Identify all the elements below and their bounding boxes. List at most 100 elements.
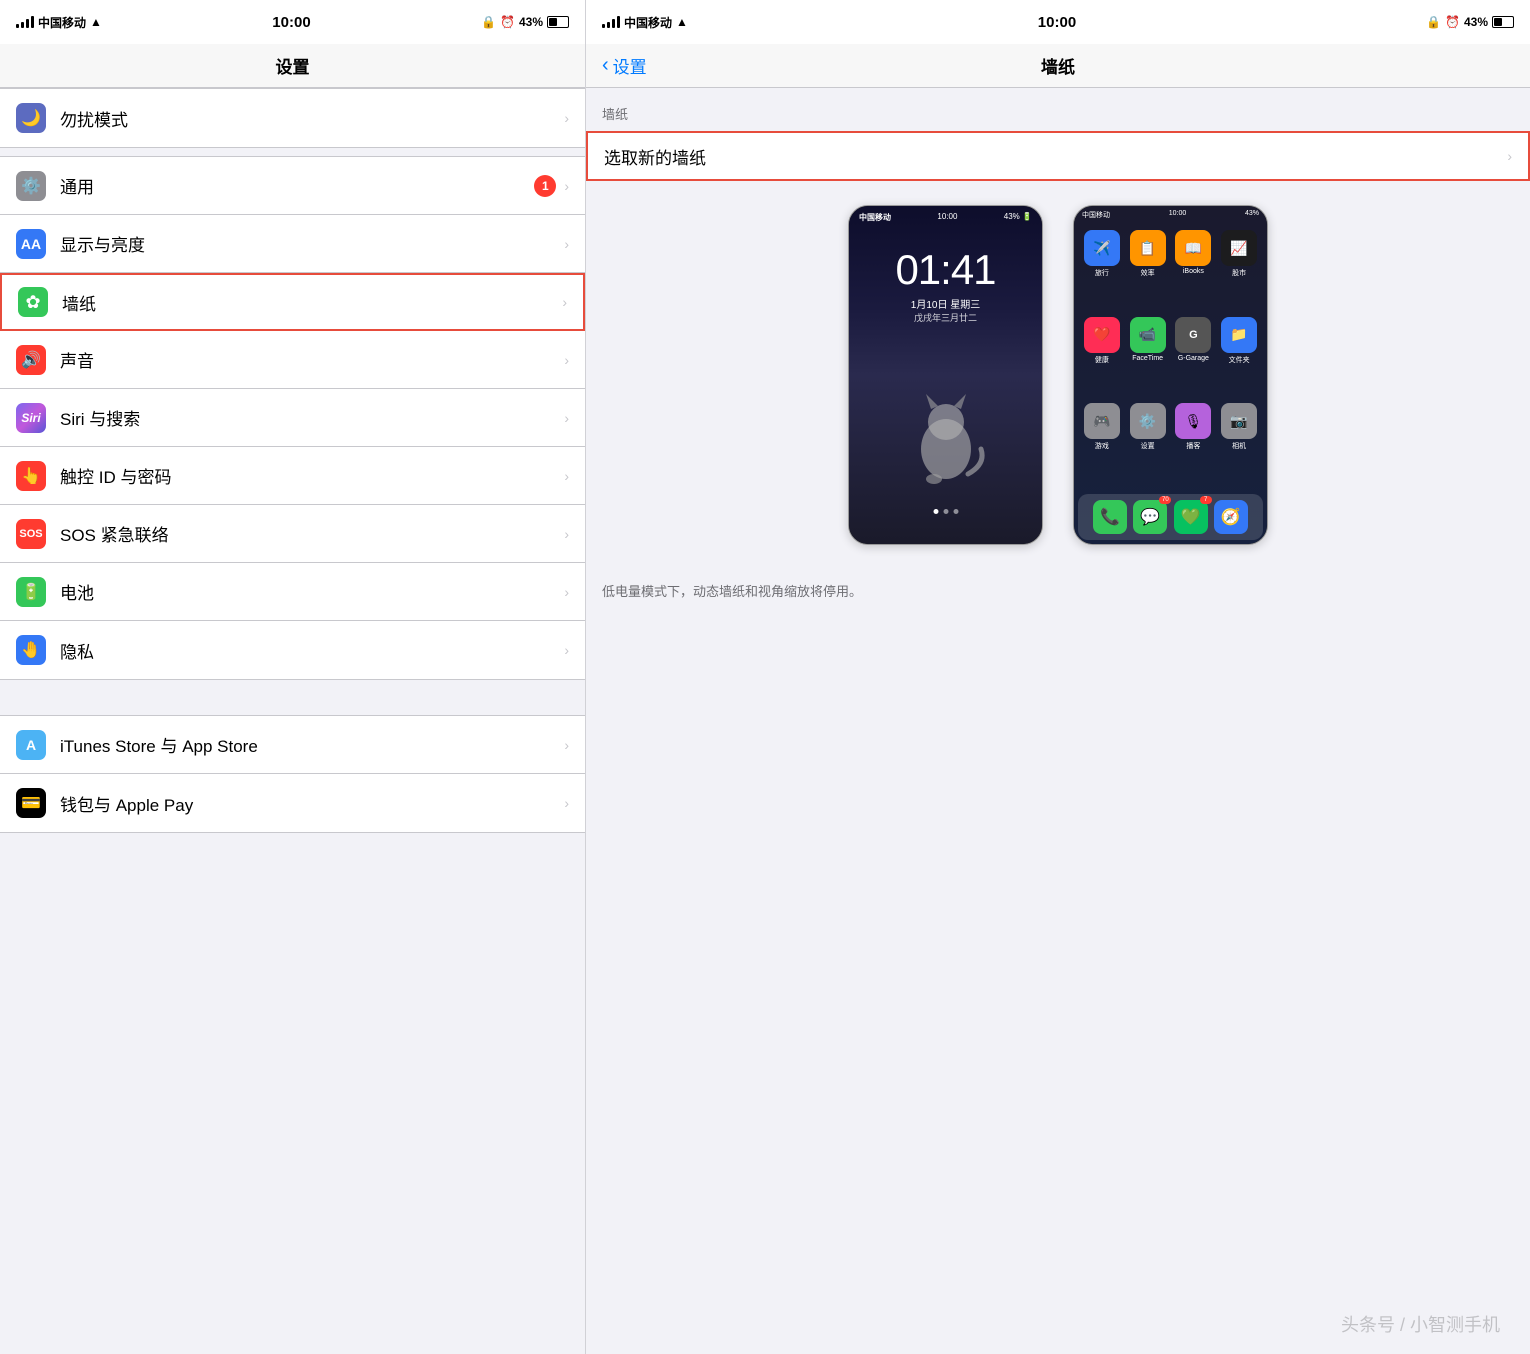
settings-item-sound[interactable]: 🔊 声音 › — [0, 331, 585, 389]
wallpaper-note: 低电量模式下，动态墙纸和视角缩放将停用。 — [586, 569, 1530, 612]
app-item: 📹 FaceTime — [1128, 317, 1168, 398]
cat-silhouette-icon — [906, 394, 986, 494]
app-icon-travel: ✈️ — [1084, 230, 1120, 266]
preview-section: 中国移动 10:00 43% 🔋 01:41 1月10日 星期三 戊戌年三月廿二 — [586, 181, 1530, 569]
chevron-icon: › — [564, 526, 569, 542]
settings-group-dnd: 🌙 勿扰模式 › — [0, 88, 585, 148]
sos-icon-bg: SOS — [16, 519, 46, 549]
chevron-icon: › — [564, 110, 569, 126]
settings-item-sos[interactable]: SOS SOS 紧急联络 › — [0, 505, 585, 563]
app-icon-files: 📁 — [1221, 317, 1257, 353]
left-status-right: 🔒 ⏰ 43% — [481, 15, 569, 29]
chevron-icon: › — [564, 236, 569, 252]
sound-icon-bg: 🔊 — [16, 345, 46, 375]
lock-battery: 43% 🔋 — [1004, 212, 1032, 223]
settings-item-privacy[interactable]: 🤚 隐私 › — [0, 621, 585, 679]
settings-item-itunes[interactable]: A iTunes Store 与 App Store › — [0, 716, 585, 774]
display-icon-bg: AA — [16, 229, 46, 259]
right-panel: 中国移动 ▲ 10:00 🔒 ⏰ 43% ‹ 设置 墙纸 墙纸 选取新的墙纸 › — [586, 0, 1530, 1354]
wallpaper-content: 墙纸 选取新的墙纸 › — [586, 88, 1530, 1294]
home-carrier: 中国移动 — [1082, 210, 1110, 220]
app-icon-efficiency: 📋 — [1130, 230, 1166, 266]
settings-item-touch[interactable]: 👆 触控 ID 与密码 › — [0, 447, 585, 505]
general-badge: 1 — [534, 175, 556, 197]
settings-item-battery[interactable]: 🔋 电池 › — [0, 563, 585, 621]
settings-group-bottom: A iTunes Store 与 App Store › 💳 钱包与 Apple… — [0, 715, 585, 833]
app-item: 📖 iBooks — [1174, 230, 1214, 311]
dock-phone: 📞 — [1093, 500, 1127, 534]
home-battery: 43% — [1245, 210, 1259, 220]
settings-item-wallet[interactable]: 💳 钱包与 Apple Pay › — [0, 774, 585, 832]
app-label-health: 健康 — [1095, 355, 1109, 365]
app-icon-stocks: 📈 — [1221, 230, 1257, 266]
left-status-time: 10:00 — [272, 14, 310, 31]
settings-item-display[interactable]: AA 显示与亮度 › — [0, 215, 585, 273]
touch-icon-bg: 👆 — [16, 461, 46, 491]
lockscreen-status-bar: 中国移动 10:00 43% 🔋 — [849, 206, 1042, 223]
chevron-icon: › — [562, 294, 567, 310]
settings-item-general[interactable]: ⚙️ 通用 1 › — [0, 157, 585, 215]
battery-icon-bg: 🔋 — [16, 577, 46, 607]
app-item: 📷 相机 — [1219, 403, 1259, 484]
right-nav-bar: ‹ 设置 墙纸 — [586, 44, 1530, 88]
settings-item-dnd[interactable]: 🌙 勿扰模式 › — [0, 89, 585, 147]
app-icon-ibooks: 📖 — [1175, 230, 1211, 266]
divider-2 — [0, 680, 585, 715]
right-status-right: 🔒 ⏰ 43% — [1426, 15, 1514, 29]
dock-safari: 🧭 — [1214, 500, 1248, 534]
homescreen-bg: 中国移动 10:00 43% ✈️ 旅行 📋 效率 — [1074, 206, 1267, 544]
dock-phone-icon: 📞 — [1093, 500, 1127, 534]
app-item: G G-Garage — [1174, 317, 1214, 398]
chevron-icon: › — [564, 795, 569, 811]
lockscreen-time: 01:41 — [849, 246, 1042, 294]
app-item: 📁 文件夹 — [1219, 317, 1259, 398]
privacy-icon-bg: 🤚 — [16, 635, 46, 665]
home-time: 10:00 — [1169, 210, 1187, 220]
homescreen-preview[interactable]: 中国移动 10:00 43% ✈️ 旅行 📋 效率 — [1073, 205, 1268, 545]
app-icon-ggarage: G — [1175, 317, 1211, 353]
sound-label: 声音 — [60, 347, 564, 372]
dnd-icon: 🌙 — [16, 103, 46, 133]
app-item: ❤️ 健康 — [1082, 317, 1122, 398]
left-nav-title: 设置 — [276, 53, 310, 78]
chevron-icon: › — [564, 352, 569, 368]
flower-icon: ✿ — [25, 292, 40, 313]
settings-list[interactable]: 🌙 勿扰模式 › ⚙️ 通用 1 › AA — [0, 88, 585, 1354]
lock-carrier: 中国移动 — [859, 212, 891, 223]
aa-icon: AA — [21, 236, 41, 252]
chevron-icon: › — [564, 642, 569, 658]
app-item: 🎙 播客 — [1174, 403, 1214, 484]
dock-messages-icon: 💬 — [1133, 500, 1167, 534]
dock-messages: 💬 70 — [1133, 500, 1167, 534]
app-icon-health: ❤️ — [1084, 317, 1120, 353]
fingerprint-icon: 👆 — [21, 466, 41, 486]
settings-item-wallpaper[interactable]: ✿ 墙纸 › — [0, 273, 585, 331]
lockscreen-preview[interactable]: 中国移动 10:00 43% 🔋 01:41 1月10日 星期三 戊戌年三月廿二 — [848, 205, 1043, 545]
app-label-settings: 设置 — [1141, 441, 1155, 451]
app-label-travel: 旅行 — [1095, 268, 1109, 278]
app-item: ✈️ 旅行 — [1082, 230, 1122, 311]
app-label-podcasts: 播客 — [1186, 441, 1200, 451]
right-status-bar: 中国移动 ▲ 10:00 🔒 ⏰ 43% — [586, 0, 1530, 44]
lock-icon: 🔒 — [481, 15, 496, 29]
right-battery-percent: 43% — [1464, 15, 1488, 29]
right-battery-icon — [1492, 16, 1514, 28]
app-item: ⚙️ 设置 — [1128, 403, 1168, 484]
wallet-icon-bg: 💳 — [16, 788, 46, 818]
settings-group-main: ⚙️ 通用 1 › AA 显示与亮度 › ✿ 墙纸 › — [0, 156, 585, 680]
app-item: 🎮 游戏 — [1082, 403, 1122, 484]
settings-item-siri[interactable]: Siri Siri 与搜索 › — [0, 389, 585, 447]
right-status-left: 中国移动 ▲ — [602, 14, 688, 31]
right-signal-icon — [602, 16, 620, 28]
itunes-icon: A — [26, 737, 36, 753]
app-grid: ✈️ 旅行 📋 效率 📖 iBooks 📈 — [1074, 224, 1267, 490]
left-nav-bar: 设置 — [0, 44, 585, 88]
left-status-bar: 中国移动 ▲ 10:00 🔒 ⏰ 43% — [0, 0, 585, 44]
select-wallpaper-row[interactable]: 选取新的墙纸 › — [586, 131, 1530, 181]
watermark-text: 头条号 / 小智测手机 — [1341, 1311, 1500, 1337]
right-wifi-icon: ▲ — [676, 15, 688, 29]
app-icon-settings: ⚙️ — [1130, 403, 1166, 439]
back-chevron-icon: ‹ — [602, 54, 609, 77]
moon-icon: 🌙 — [21, 108, 41, 128]
back-button[interactable]: ‹ 设置 — [602, 53, 647, 78]
